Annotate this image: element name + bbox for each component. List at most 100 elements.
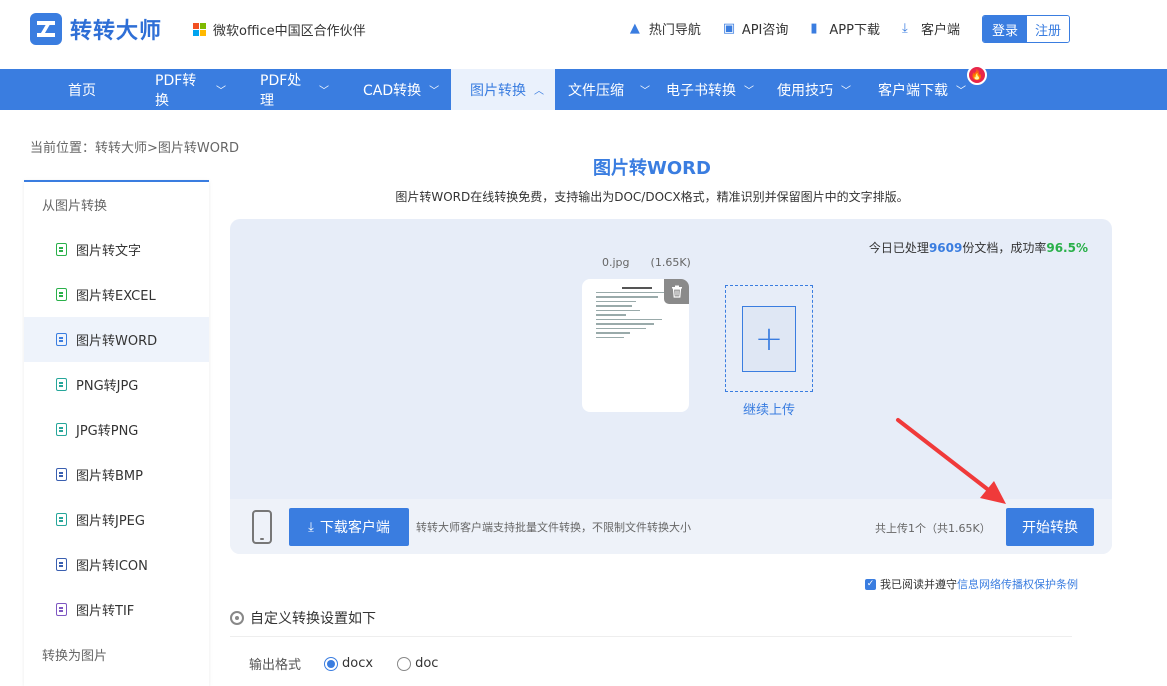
top-link-label: API咨询: [741, 23, 789, 38]
settings-section-title: 自定义转换设置如下: [230, 608, 1072, 637]
nav-item-client-download[interactable]: 客户端下载 ﹀ 🔥: [871, 65, 991, 110]
upload-count: 共上传1个（共1.65K）: [875, 522, 991, 535]
sidebar-group-to-image: 转换为图片: [42, 649, 108, 664]
sidebar-item-label: 图片转TIF: [76, 604, 135, 619]
gear-icon: [230, 611, 244, 625]
sidebar-item-label: JPG转PNG: [76, 424, 139, 439]
sidebar-item-label: 图片转WORD: [76, 334, 158, 349]
red-arrow-annotation: [896, 418, 1006, 504]
sidebar-item-jpg-to-png[interactable]: JPG转PNG: [24, 407, 209, 452]
format-option-label: docx: [342, 656, 374, 671]
nav-label: PDF转换: [155, 72, 197, 109]
sidebar-item-label: 图片转BMP: [76, 469, 143, 484]
chevron-down-icon: ﹀: [640, 86, 650, 97]
download-client-button[interactable]: ⤓ 下载客户端: [289, 508, 409, 546]
add-file-dropzone[interactable]: +: [725, 285, 813, 392]
sidebar-item-label: PNG转JPG: [76, 379, 139, 394]
checkbox-checked-icon[interactable]: ✓: [865, 578, 876, 590]
nav-label: CAD转换: [363, 82, 422, 99]
trash-icon: [671, 285, 682, 298]
sidebar-item-image-to-excel[interactable]: 图片转EXCEL: [24, 272, 209, 317]
hot-badge-icon: 🔥: [967, 65, 987, 85]
continue-upload-link[interactable]: 继续上传: [725, 399, 813, 418]
site-logo[interactable]: 转转大师: [30, 13, 162, 45]
top-link-label: 客户端: [920, 23, 960, 38]
file-meta: 0.jpg (1.65K): [602, 256, 691, 269]
breadcrumb[interactable]: 当前位置：转转大师>图片转WORD: [30, 137, 239, 156]
auth-buttons: 登录 注册: [982, 15, 1070, 43]
file-image-icon: [56, 423, 67, 436]
sidebar-item-png-to-jpg[interactable]: PNG转JPG: [24, 362, 209, 407]
sidebar-item-image-to-tif[interactable]: 图片转TIF: [24, 587, 209, 632]
top-link-hot-nav[interactable]: ▲ 热门导航: [630, 19, 701, 38]
file-size: (1.65K): [650, 256, 691, 269]
uploaded-file-card[interactable]: [582, 279, 689, 412]
page-title: 图片转WORD: [593, 158, 711, 179]
chevron-down-icon: ﹀: [216, 86, 226, 97]
logo-mark-icon: [30, 13, 62, 45]
radio-unchecked-icon[interactable]: [397, 656, 412, 671]
download-tip: 转转大师客户端支持批量文件转换，不限制文件转换大小: [416, 521, 691, 534]
main-nav: 首页 PDF转换 ﹀ PDF处理 ﹀ CAD转换 ﹀ 图片转换 ︿ 文件压缩 ﹀…: [0, 65, 1167, 110]
logo-text: 转转大师: [70, 19, 163, 44]
download-client-label: 下载客户端: [319, 520, 390, 536]
nav-item-tips[interactable]: 使用技巧 ﹀: [775, 69, 871, 110]
sidebar-item-image-to-bmp[interactable]: 图片转BMP: [24, 452, 209, 497]
nav-label: 客户端下载: [878, 82, 948, 99]
nav-label: PDF处理: [260, 72, 302, 109]
chat-icon: ▣: [722, 20, 736, 36]
microsoft-icon: [193, 22, 207, 37]
file-excel-icon: [56, 288, 67, 301]
sidebar-group-from-image: 从图片转换: [42, 199, 108, 214]
format-label: 输出格式: [249, 658, 302, 673]
top-link-api[interactable]: ▣ API咨询: [723, 19, 789, 38]
sidebar-item-label: 图片转JPEG: [76, 514, 145, 529]
format-option-docx[interactable]: docx: [324, 656, 373, 671]
nav-item-home[interactable]: 首页: [0, 69, 121, 110]
chevron-down-icon: ﹀: [319, 86, 329, 97]
agreement-checkbox-row[interactable]: ✓ 我已阅读并遵守 信息网络传播权保护条例: [865, 576, 1078, 592]
nav-label: 首页: [68, 82, 96, 99]
nav-item-ebook[interactable]: 电子书转换 ﹀: [659, 69, 775, 110]
mobile-phone-icon: [252, 510, 272, 544]
register-button[interactable]: 注册: [1027, 16, 1069, 42]
nav-item-pdf-process[interactable]: PDF处理 ﹀: [226, 69, 329, 110]
partner-text: 微软office中国区合作伙伴: [213, 24, 366, 39]
stats-prefix: 今日已处理: [868, 241, 929, 255]
sidebar-item-image-to-jpeg[interactable]: 图片转JPEG: [24, 497, 209, 542]
sidebar-item-label: 图片转文字: [76, 244, 142, 259]
stats-count: 9609: [928, 241, 963, 255]
login-button[interactable]: 登录: [983, 16, 1027, 42]
top-link-app[interactable]: ▮ APP下载: [810, 19, 880, 38]
plus-icon: +: [742, 306, 796, 372]
nav-item-cad[interactable]: CAD转换 ﹀: [329, 69, 451, 110]
sidebar-item-label: 图片转ICON: [76, 559, 148, 574]
file-image-icon: [56, 558, 67, 571]
nav-label: 文件压缩: [568, 82, 624, 99]
top-link-label: APP下载: [829, 23, 880, 38]
nav-item-compress[interactable]: 文件压缩 ﹀: [555, 69, 659, 110]
chevron-down-icon: ﹀: [744, 86, 754, 97]
file-image-icon: [56, 603, 67, 616]
format-option-doc[interactable]: doc: [397, 656, 438, 671]
download-icon: ⤓: [901, 20, 908, 36]
radio-checked-icon[interactable]: [324, 656, 339, 671]
agree-link[interactable]: 信息网络传播权保护条例: [957, 576, 1078, 592]
file-name: 0.jpg: [602, 256, 630, 269]
format-option-label: doc: [415, 656, 439, 671]
chevron-up-icon: ︿: [534, 86, 544, 97]
top-link-client[interactable]: ⤓ 客户端: [902, 19, 960, 38]
sidebar-item-image-to-text[interactable]: 图片转文字: [24, 227, 209, 272]
file-word-icon: [56, 333, 67, 346]
nav-item-image-convert[interactable]: 图片转换 ︿: [451, 69, 555, 110]
delete-file-button[interactable]: [664, 279, 689, 304]
file-text-icon: [56, 243, 67, 256]
stats-rate: 96.5%: [1046, 241, 1088, 255]
nav-item-pdf-convert[interactable]: PDF转换 ﹀: [121, 69, 226, 110]
flame-icon: ▲: [629, 20, 640, 36]
agree-prefix: 我已阅读并遵守: [880, 578, 957, 591]
sidebar-item-image-to-word[interactable]: 图片转WORD: [24, 317, 209, 362]
sidebar-item-image-to-icon[interactable]: 图片转ICON: [24, 542, 209, 587]
nav-label: 使用技巧: [777, 82, 833, 99]
download-icon: ⤓: [308, 519, 314, 535]
